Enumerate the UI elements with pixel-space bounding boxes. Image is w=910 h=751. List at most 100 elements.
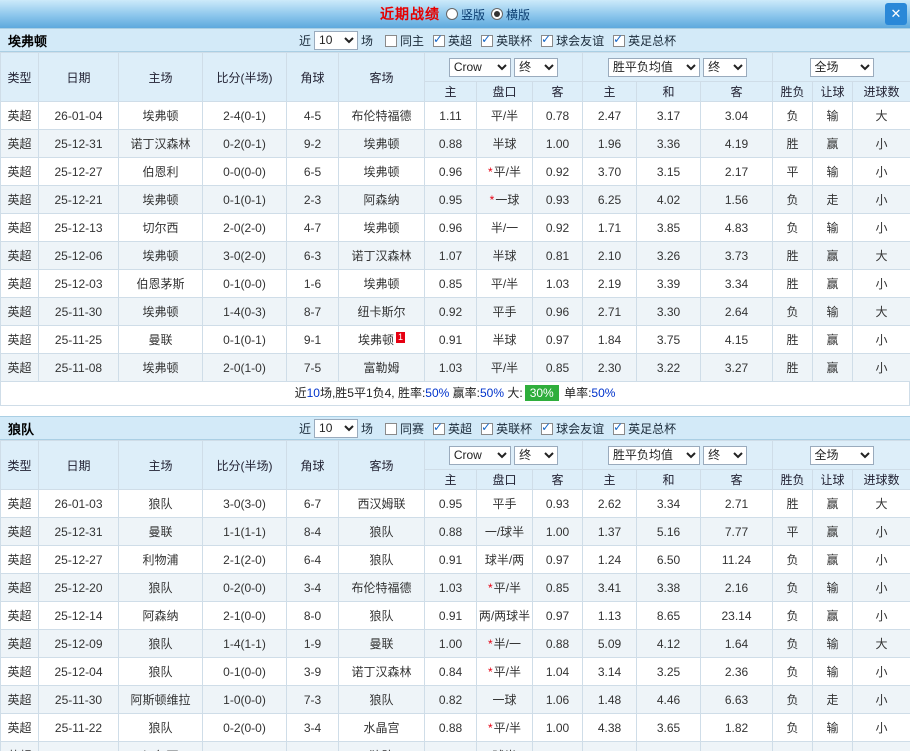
corners: 8-0 (286, 601, 339, 630)
handicap-change-star: * (487, 165, 493, 179)
col-odds-home: 主 (424, 469, 477, 490)
match-date: 25-11-22 (38, 713, 119, 742)
matches-table: 类型 日期 主场 比分(半场) 角球 客场 Crow 终 胜平负均值 终 全场 … (0, 52, 910, 382)
handicap-odds-group: Crow 终 (424, 52, 583, 82)
result-wdl: 负 (772, 601, 813, 630)
radio-checked-icon[interactable] (491, 8, 503, 20)
recent-count-select[interactable]: 10 (314, 418, 359, 438)
avg-odds-home: 2.19 (582, 269, 637, 298)
match-row: 英超 25-12-04 狼队 0-1(0-0) 3-9 诺丁汉森林 0.84 *平/半 1.04… (0, 657, 910, 686)
handicap-odds-away: 1.00 (532, 713, 583, 742)
filter-checkbox[interactable] (433, 420, 446, 435)
summary-segment: 50% (425, 386, 450, 400)
avg-time-select[interactable]: 终 (703, 57, 748, 77)
filter-checkbox[interactable] (613, 32, 626, 47)
odds-time-select[interactable]: 终 (514, 57, 559, 77)
filter-controls: 近 10 场 同赛 英超 英联杯 球会友谊 英足总杯 (296, 418, 676, 438)
filter-checkbox[interactable] (481, 420, 494, 435)
matches-label: 场 (361, 33, 374, 48)
handicap-odds-away: 0.78 (532, 101, 583, 130)
result-wdl: 负 (772, 657, 813, 686)
home-team: 狼队 (118, 573, 203, 602)
result-wdl: 平 (772, 157, 813, 186)
match-type: 英超 (0, 517, 39, 546)
avg-odds-group: 胜平负均值 终 (582, 440, 773, 470)
match-score: 0-1(0-1) (202, 325, 287, 354)
handicap-odds-home: 0.88 (424, 713, 477, 742)
handicap-change-star: * (487, 637, 493, 651)
col-result-handicap: 让球 (812, 469, 853, 490)
filter-checkbox[interactable] (541, 420, 554, 435)
home-team: 伯恩利 (118, 157, 203, 186)
col-date: 日期 (38, 52, 119, 102)
avg-odds-select[interactable]: 胜平负均值 (607, 57, 700, 77)
recent-results-window: 近期战绩 竖版 横版 ✕ 埃弗顿 近 10 场 同主英超英联杯球会友谊英足 (0, 0, 910, 751)
avg-odds-draw (636, 741, 701, 751)
avg-odds-draw: 3.25 (636, 657, 701, 686)
handicap-odds-home: 0.88 (424, 129, 477, 158)
result-goals: 大 (851, 101, 910, 130)
col-avg-draw: 和 (636, 469, 701, 490)
avg-odds-home: 4.38 (582, 713, 637, 742)
avg-odds-draw: 3.26 (636, 241, 701, 270)
filter-checkbox[interactable] (385, 34, 398, 47)
avg-odds-home: 1.48 (582, 685, 637, 714)
close-button[interactable]: ✕ (885, 3, 907, 25)
handicap-line: 半球 (476, 241, 533, 270)
avg-time-select[interactable]: 终 (703, 445, 748, 465)
filter-checkbox[interactable] (433, 32, 446, 47)
horizontal-layout-option[interactable]: 横版 (491, 6, 530, 23)
summary-segment: 赢率: (449, 386, 480, 400)
avg-odds-draw: 3.22 (636, 353, 701, 382)
avg-odds-select[interactable]: 胜平负均值 (607, 445, 700, 465)
avg-odds-away: 3.04 (700, 101, 773, 130)
wolves-section: 狼队 近 10 场 同赛英超英联杯球会友谊英足总杯 类型 日期 (0, 416, 910, 751)
away-team: 狼队 (338, 685, 425, 714)
radio-icon[interactable] (445, 8, 458, 20)
match-score: 1-1(1-1) (202, 517, 287, 546)
result-handicap: 输 (812, 213, 853, 242)
match-type: 英超 (0, 545, 39, 574)
recent-count-select[interactable]: 10 (314, 30, 359, 50)
home-team: 狼队 (118, 629, 203, 658)
handicap-line: 平/半 (476, 353, 533, 382)
bookmaker-select[interactable]: Crow (448, 57, 511, 77)
handicap-line: *平/半 (476, 657, 533, 686)
result-goals: 小 (851, 657, 910, 686)
result-handicap: 赢 (812, 241, 853, 270)
avg-odds-away: 2.36 (700, 657, 773, 686)
result-handicap: 赢 (812, 269, 853, 298)
filter-checkbox[interactable] (613, 420, 626, 435)
avg-odds-away: 3.34 (700, 269, 773, 298)
col-handicap: 盘口 (476, 469, 533, 490)
filter-checkbox[interactable] (385, 422, 398, 435)
filter-checkbox[interactable] (541, 32, 554, 47)
scope-select[interactable]: 全场 (809, 445, 874, 465)
scope-select[interactable]: 全场 (809, 57, 874, 77)
red-card-badge: 1 (396, 332, 406, 343)
filter-label: 球会友谊 (556, 33, 605, 48)
avg-odds-draw: 6.50 (636, 545, 701, 574)
bookmaker-select[interactable]: Crow (448, 445, 511, 465)
match-row: 英超 26-01-03 狼队 3-0(3-0) 6-7 西汉姆联 0.95 平手 0.93 2.6… (0, 489, 910, 518)
handicap-odds-away: 1.00 (532, 517, 583, 546)
filter-checkbox[interactable] (481, 32, 494, 47)
avg-odds-home: 1.37 (582, 517, 637, 546)
handicap-line: 半球 (476, 129, 533, 158)
away-team: 布伦特福德 (338, 101, 425, 130)
corners: 10-1 (286, 741, 339, 751)
result-handicap: 输 (812, 573, 853, 602)
handicap-line: 平手 (476, 297, 533, 326)
match-type: 英超 (0, 325, 39, 354)
summary-segment: 10 (306, 386, 320, 400)
result-handicap: 输 (812, 713, 853, 742)
col-corners: 角球 (286, 440, 339, 490)
vertical-layout-option[interactable]: 竖版 (445, 6, 485, 23)
match-type: 英超 (0, 741, 39, 751)
match-row: 英超 25-12-21 埃弗顿 0-1(0-1) 2-3 阿森纳 0.95 *一球 0.93 6.… (0, 185, 910, 214)
col-date: 日期 (38, 440, 119, 490)
odds-time-select[interactable]: 终 (514, 445, 559, 465)
match-type: 英超 (0, 213, 39, 242)
result-wdl: 胜 (772, 129, 813, 158)
horizontal-layout-label: 横版 (506, 7, 531, 22)
